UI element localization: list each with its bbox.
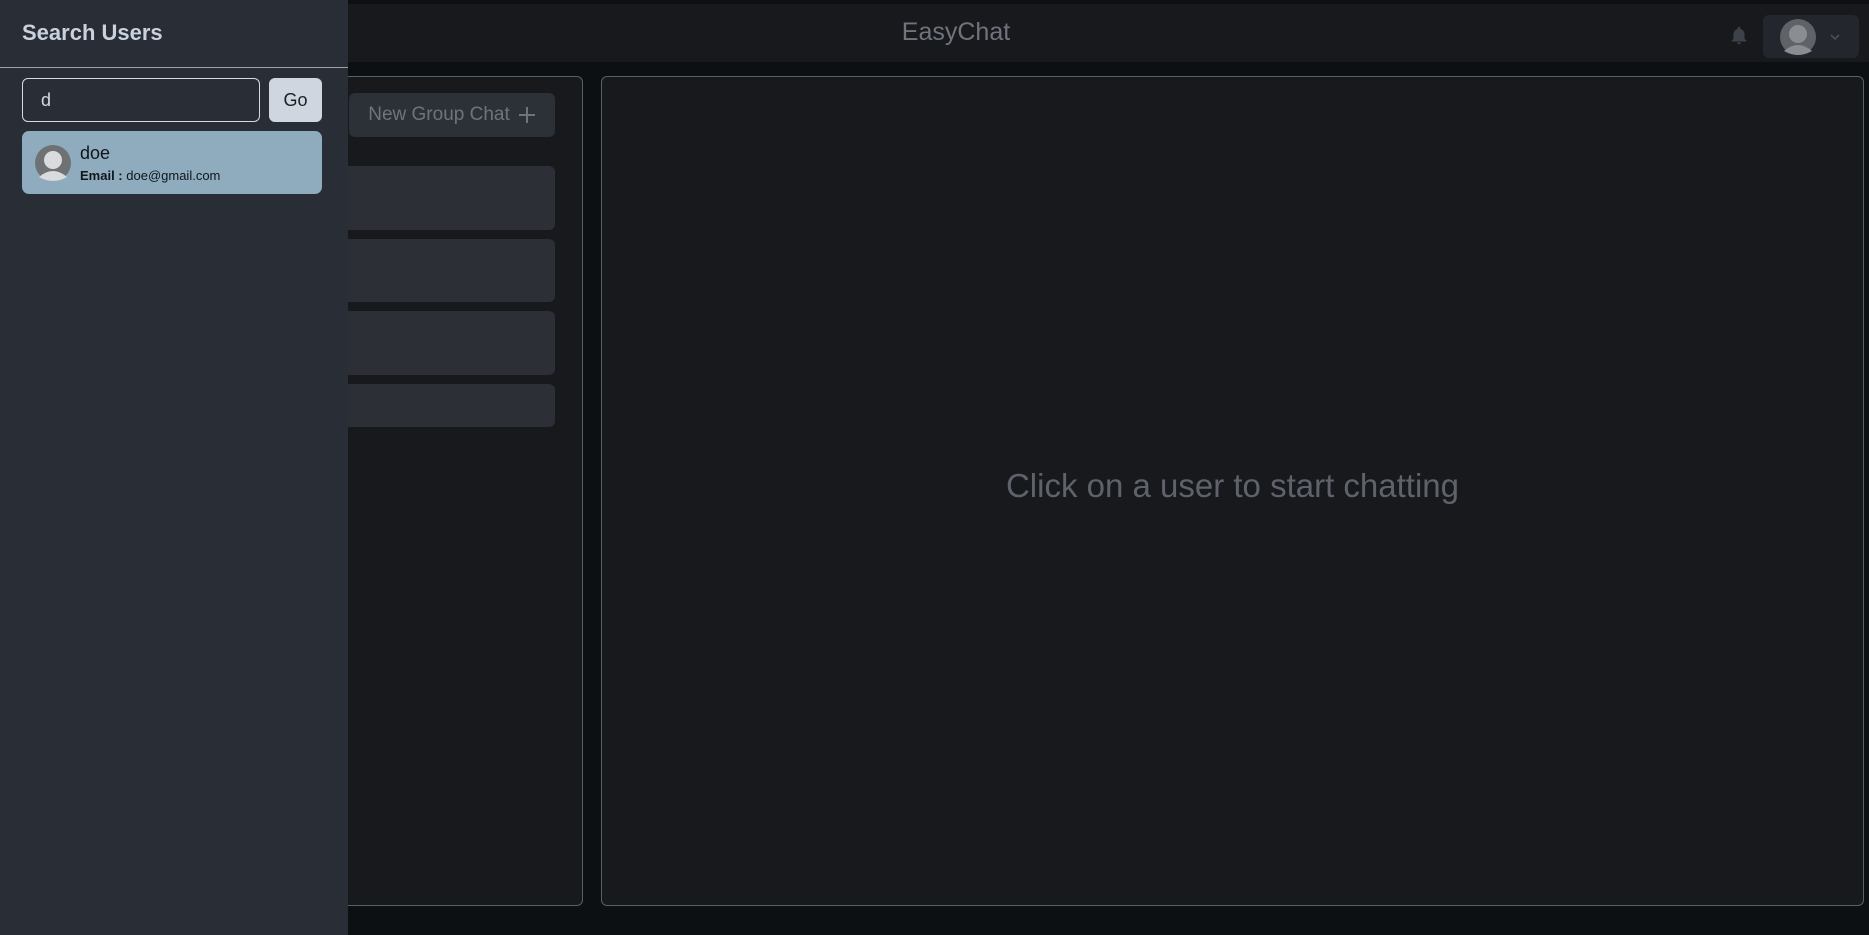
drawer-divider: [0, 67, 348, 68]
search-result-item[interactable]: doe Email : doe@gmail.com: [22, 131, 322, 194]
drawer-title: Search Users: [22, 20, 163, 45]
chevron-down-icon: [1830, 34, 1840, 41]
email-label: Email :: [80, 168, 123, 183]
avatar: [1780, 19, 1816, 55]
email-value: doe@gmail.com: [126, 168, 221, 183]
new-group-chat-button[interactable]: New Group Chat: [349, 93, 555, 137]
empty-chat-message: Click on a user to start chatting: [1005, 467, 1460, 504]
avatar: [35, 145, 71, 181]
result-user-name: doe: [80, 143, 111, 163]
chat-box: Click on a user to start chatting: [601, 76, 1864, 906]
profile-menu-button[interactable]: [1763, 15, 1859, 58]
new-group-chat-label: New Group Chat: [368, 104, 510, 125]
result-user-email: Email : doe@gmail.com: [80, 168, 220, 183]
bell-icon[interactable]: [1728, 24, 1750, 48]
search-drawer: Search Users Go doe Email : doe@gmail.co…: [0, 0, 348, 935]
search-input[interactable]: [22, 78, 260, 122]
go-button[interactable]: Go: [269, 78, 322, 122]
plus-icon: [518, 107, 535, 123]
